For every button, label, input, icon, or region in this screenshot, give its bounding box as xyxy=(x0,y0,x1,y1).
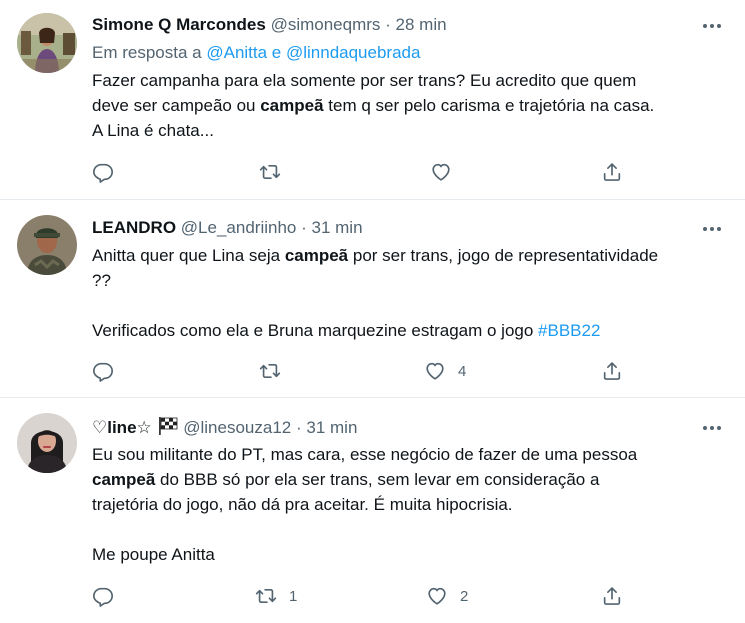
reply-icon xyxy=(92,360,114,382)
timestamp[interactable]: 28 min xyxy=(396,15,447,34)
retweet-button[interactable] xyxy=(259,158,293,186)
display-name[interactable]: Simone Q Marcondes xyxy=(92,15,266,34)
tweet-header: Simone Q Marcondes @simoneqmrs · 28 min xyxy=(92,14,447,36)
tweet-header: ♡line☆ @linesouza12 · 31 min xyxy=(92,416,357,439)
retweet-count: 1 xyxy=(289,587,298,605)
share-button[interactable] xyxy=(601,582,623,610)
like-button[interactable] xyxy=(430,158,464,186)
tweet-text-line: trajetória do jogo, não dá pra aceitar. … xyxy=(92,495,513,514)
tweet-actions: 1 2 xyxy=(92,582,652,610)
text-span: tem q ser pelo carisma e trajetória na c… xyxy=(323,96,655,115)
more-options-icon[interactable] xyxy=(701,15,723,37)
retweet-button[interactable]: 1 xyxy=(255,582,297,610)
reply-icon xyxy=(92,161,114,183)
tweet-text: Fazer campanha para ela somente por ser … xyxy=(92,68,722,143)
tweet-text-line: Me poupe Anitta xyxy=(92,545,215,564)
separator-dot: · xyxy=(295,418,302,437)
tweet-text-line: ?? xyxy=(92,271,111,290)
user-handle[interactable]: @linesouza12 xyxy=(183,418,291,437)
heart-icon xyxy=(426,585,448,607)
tweet-text-line: Anitta quer que Lina seja campeã por ser… xyxy=(92,243,722,268)
display-name[interactable]: LEANDRO xyxy=(92,218,176,237)
avatar[interactable] xyxy=(17,13,77,73)
avatar[interactable] xyxy=(17,413,77,473)
share-icon xyxy=(601,585,623,607)
tweet[interactable]: Simone Q Marcondes @simoneqmrs · 28 min … xyxy=(0,0,745,200)
heart-icon xyxy=(424,360,446,382)
tweet-text: Eu sou militante do PT, mas cara, esse n… xyxy=(92,442,722,567)
share-icon xyxy=(601,161,623,183)
text-span: do BBB só por ela ser trans, sem levar e… xyxy=(155,470,600,489)
heart-icon xyxy=(430,161,452,183)
share-button[interactable] xyxy=(601,158,623,186)
retweet-button[interactable] xyxy=(259,357,293,385)
tweet-feed: Simone Q Marcondes @simoneqmrs · 28 min … xyxy=(0,0,745,623)
reply-context: Em resposta a @Anitta e @linndaquebrada xyxy=(92,42,420,64)
tweet-text: Anitta quer que Lina seja campeã por ser… xyxy=(92,243,722,343)
like-count: 4 xyxy=(458,362,467,380)
tweet[interactable]: ♡line☆ @linesouza12 · 31 min Eu sou mili… xyxy=(0,398,745,623)
tweet-text-line: campeã do BBB só por ela ser trans, sem … xyxy=(92,467,722,492)
tweet-text-line: Eu sou militante do PT, mas cara, esse n… xyxy=(92,445,638,464)
text-span: por ser trans, jogo de representatividad… xyxy=(348,246,659,265)
retweet-icon xyxy=(255,585,277,607)
reply-users-link[interactable]: @Anitta e @linndaquebrada xyxy=(206,43,420,62)
share-button[interactable] xyxy=(601,357,623,385)
display-name[interactable]: ♡line☆ xyxy=(92,418,152,437)
reply-button[interactable] xyxy=(92,158,126,186)
checkered-flag-icon xyxy=(158,417,177,435)
tweet-actions: 4 xyxy=(92,357,652,385)
highlighted-term: campeã xyxy=(92,470,156,489)
hashtag-link[interactable]: #BBB22 xyxy=(538,321,600,340)
timestamp[interactable]: 31 min xyxy=(306,418,357,437)
like-count: 2 xyxy=(460,587,469,605)
share-icon xyxy=(601,360,623,382)
tweet[interactable]: LEANDRO @Le_andriinho · 31 min Anitta qu… xyxy=(0,200,745,398)
retweet-icon xyxy=(259,161,281,183)
reply-icon xyxy=(92,585,114,607)
tweet-text-line: Verificados como ela e Bruna marquezine … xyxy=(92,318,722,343)
retweet-icon xyxy=(259,360,281,382)
like-button[interactable]: 4 xyxy=(424,357,466,385)
reply-button[interactable] xyxy=(92,357,126,385)
timestamp[interactable]: 31 min xyxy=(312,218,363,237)
like-button[interactable]: 2 xyxy=(426,582,468,610)
highlighted-term: campeã xyxy=(284,246,349,265)
separator-dot: · xyxy=(301,218,307,237)
reply-prefix: Em resposta a xyxy=(92,43,202,62)
user-handle[interactable]: @simoneqmrs xyxy=(271,15,381,34)
more-options-icon[interactable] xyxy=(701,417,723,439)
text-span: Anitta quer que Lina seja xyxy=(92,246,285,265)
more-options-icon[interactable] xyxy=(701,218,723,240)
text-span: deve ser campeão ou xyxy=(92,96,261,115)
highlighted-term: campeã xyxy=(260,96,324,115)
tweet-actions xyxy=(92,158,652,186)
tweet-text-line: A Lina é chata... xyxy=(92,121,214,140)
tweet-text-line: deve ser campeão ou campeã tem q ser pel… xyxy=(92,93,722,118)
tweet-text-line: Fazer campanha para ela somente por ser … xyxy=(92,71,637,90)
separator-dot: · xyxy=(385,15,391,34)
text-span: Verificados como ela e Bruna marquezine … xyxy=(92,321,539,340)
reply-button[interactable] xyxy=(92,582,126,610)
tweet-header: LEANDRO @Le_andriinho · 31 min xyxy=(92,217,363,239)
avatar[interactable] xyxy=(17,215,77,275)
user-handle[interactable]: @Le_andriinho xyxy=(181,218,297,237)
